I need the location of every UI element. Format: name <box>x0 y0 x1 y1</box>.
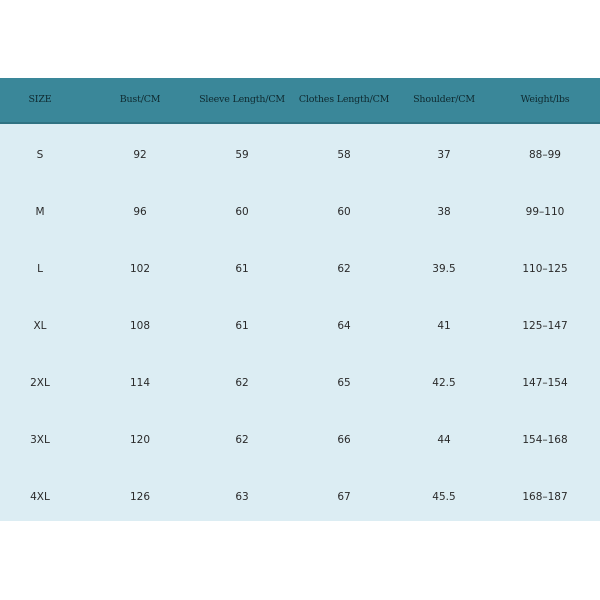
cell-sleeve-length: 61 <box>235 320 249 332</box>
cell-bust: 120 <box>129 434 151 446</box>
table-row: 3XL 120 62 66 44 154–168 <box>0 412 600 469</box>
table-row: 2XL 114 62 65 42.5 147–154 <box>0 355 600 412</box>
cell-clothes-length: 67 <box>337 491 351 503</box>
cell-size: 4XL <box>30 491 50 503</box>
cell-shoulder: 42.5 <box>432 377 456 389</box>
cell-weight: 125–147 <box>522 320 568 332</box>
cell-sleeve-length: 62 <box>235 377 249 389</box>
cell-sleeve-length: 62 <box>235 434 249 446</box>
cell-clothes-length: 65 <box>337 377 351 389</box>
cell-size: 3XL <box>30 434 50 446</box>
cell-bust: 92 <box>133 149 147 161</box>
cell-clothes-length: 66 <box>337 434 351 446</box>
cell-clothes-length: 62 <box>337 263 351 275</box>
cell-size: L <box>37 263 43 275</box>
cell-shoulder: 41 <box>437 320 451 332</box>
cell-weight: 168–187 <box>522 491 568 503</box>
cell-weight: 147–154 <box>522 377 568 389</box>
cell-bust: 126 <box>129 491 151 503</box>
header-weight: Weight/lbs <box>520 94 570 105</box>
header-bust: Bust/CM <box>119 94 161 105</box>
cell-bust: 114 <box>129 377 151 389</box>
cell-clothes-length: 58 <box>337 149 351 161</box>
table-header-row: SIZE Bust/CM Sleeve Length/CM Clothes Le… <box>0 78 600 124</box>
cell-shoulder: 45.5 <box>432 491 456 503</box>
cell-sleeve-length: 61 <box>235 263 249 275</box>
cell-shoulder: 38 <box>437 206 451 218</box>
table-row: XL 108 61 64 41 125–147 <box>0 298 600 355</box>
cell-sleeve-length: 59 <box>235 149 249 161</box>
cell-bust: 96 <box>133 206 147 218</box>
cell-shoulder: 44 <box>437 434 451 446</box>
page: SIZE Bust/CM Sleeve Length/CM Clothes Le… <box>0 0 600 600</box>
cell-bust: 102 <box>129 263 151 275</box>
cell-sleeve-length: 60 <box>235 206 249 218</box>
cell-clothes-length: 64 <box>337 320 351 332</box>
size-chart-table: SIZE Bust/CM Sleeve Length/CM Clothes Le… <box>0 78 600 521</box>
table-row: L 102 61 62 39.5 110–125 <box>0 241 600 298</box>
cell-sleeve-length: 63 <box>235 491 249 503</box>
cell-bust: 108 <box>129 320 151 332</box>
header-shoulder: Shoulder/CM <box>413 94 475 105</box>
cell-weight: 110–125 <box>522 263 568 275</box>
cell-size: M <box>35 206 45 218</box>
cell-weight: 88–99 <box>529 149 561 161</box>
cell-shoulder: 37 <box>437 149 451 161</box>
table-row: S 92 59 58 37 88–99 <box>0 127 600 184</box>
cell-shoulder: 39.5 <box>432 263 456 275</box>
cell-size: 2XL <box>30 377 50 389</box>
header-clothes-length: Clothes Length/CM <box>298 94 390 105</box>
cell-weight: 154–168 <box>522 434 568 446</box>
cell-clothes-length: 60 <box>337 206 351 218</box>
cell-weight: 99–110 <box>525 206 565 218</box>
table-row: M 96 60 60 38 99–110 <box>0 184 600 241</box>
header-size: SIZE <box>28 94 52 105</box>
table-row: 4XL 126 63 67 45.5 168–187 <box>0 469 600 526</box>
cell-size: S <box>36 149 44 161</box>
header-sleeve-length: Sleeve Length/CM <box>199 94 285 105</box>
cell-size: XL <box>33 320 47 332</box>
